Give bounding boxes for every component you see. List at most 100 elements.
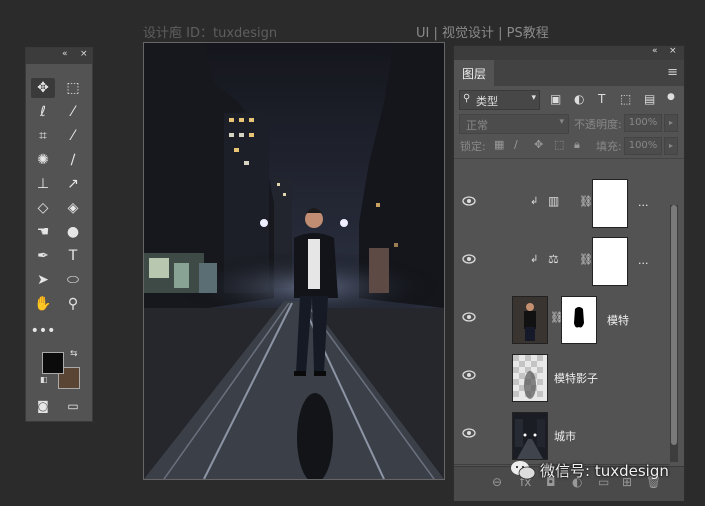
- link-icon[interactable]: ⛓︎: [579, 195, 593, 208]
- type-filter-icon[interactable]: T: [598, 92, 605, 106]
- eyedropper-icon[interactable]: ⁄: [61, 126, 85, 146]
- document-canvas[interactable]: [143, 42, 445, 480]
- eye-icon[interactable]: [462, 195, 476, 207]
- eye-icon[interactable]: [462, 253, 476, 265]
- lock-position-icon[interactable]: ✥: [534, 138, 543, 151]
- layer-row[interactable]: 城市: [454, 406, 670, 465]
- magic-wand-icon[interactable]: ⁄: [61, 102, 85, 122]
- pixel-filter-icon[interactable]: ▣: [550, 92, 561, 106]
- layer-filter-row: ⚲ 类型 ▾ ▣ ◐ T ⬚ ▤ ●: [454, 86, 684, 112]
- lock-all-icon[interactable]: 🔒︎: [574, 138, 580, 152]
- shape-filter-icon[interactable]: ⬚: [620, 92, 631, 106]
- path-select-icon[interactable]: ➤: [31, 270, 55, 290]
- layer-name[interactable]: 模特影子: [554, 370, 598, 386]
- eye-icon[interactable]: [462, 427, 476, 439]
- link-icon[interactable]: ⛓︎: [579, 253, 593, 266]
- layer-row[interactable]: 模特影子: [454, 348, 670, 407]
- opacity-input[interactable]: 100%: [624, 114, 662, 132]
- adjustment-filter-icon[interactable]: ◐: [574, 92, 584, 106]
- panel-menu-icon[interactable]: ≡: [667, 65, 678, 80]
- eraser-icon[interactable]: ◇: [31, 198, 55, 218]
- chevron-down-icon: ▾: [559, 117, 564, 127]
- layer-thumbnail[interactable]: [512, 354, 548, 402]
- opacity-label: 不透明度:: [574, 118, 622, 131]
- layers-panel: « × 图层 ≡ ⚲ 类型 ▾ ▣ ◐ T ⬚ ▤ ● 正常 ▾ 不透明度: 1…: [453, 45, 685, 501]
- lasso-icon[interactable]: ℓ: [31, 102, 55, 122]
- layer-thumbnail[interactable]: [512, 412, 548, 460]
- layers-scrollbar[interactable]: [670, 205, 678, 462]
- link-layers-icon[interactable]: ⊖: [492, 475, 502, 489]
- layer-name[interactable]: 模特: [607, 312, 629, 328]
- layers-list: ↲ ▥ ⛓︎ ... ↲ ⚖︎ ⛓︎ ... ⛓︎ 模特 模特影子 城市: [454, 174, 670, 466]
- smart-object-filter-icon[interactable]: ▤: [644, 92, 655, 106]
- smudge-icon[interactable]: ☚: [31, 222, 55, 242]
- screen-mode-icon[interactable]: ▭: [61, 396, 85, 416]
- layer-mask-thumbnail[interactable]: [592, 179, 628, 228]
- brush-icon[interactable]: ∕: [61, 150, 85, 170]
- filter-kind-label: 类型: [476, 95, 498, 108]
- blend-mode-label: 正常: [466, 119, 488, 132]
- zoom-icon[interactable]: ⚲: [61, 294, 85, 314]
- fill-input[interactable]: 100%: [624, 137, 662, 155]
- layer-mask-thumbnail[interactable]: [592, 237, 628, 286]
- lock-label: 锁定:: [460, 140, 486, 153]
- night-street-photo: [144, 43, 444, 479]
- collapse-icon[interactable]: «: [652, 46, 658, 56]
- clip-arrow-icon: ↲: [530, 196, 539, 207]
- dodge-icon[interactable]: ●: [61, 222, 85, 242]
- layer-thumbnail[interactable]: [512, 296, 548, 344]
- color-balance-icon: ⚖︎: [548, 252, 559, 266]
- history-brush-icon[interactable]: ↗: [61, 174, 85, 194]
- close-icon[interactable]: ×: [669, 46, 677, 56]
- layer-row[interactable]: ⛓︎ 模特: [454, 290, 670, 349]
- layer-row[interactable]: ↲ ⚖︎ ⛓︎ ...: [454, 232, 670, 291]
- eye-icon[interactable]: [462, 369, 476, 381]
- move-icon[interactable]: ✥: [31, 78, 55, 98]
- tab-layers[interactable]: 图层: [454, 60, 494, 86]
- type-icon[interactable]: T: [61, 246, 85, 266]
- shape-icon[interactable]: ⬭: [61, 270, 85, 290]
- collapse-icon[interactable]: «: [62, 49, 68, 59]
- clip-arrow-icon: ↲: [530, 254, 539, 265]
- layers-scrollbar-thumb[interactable]: [671, 205, 677, 445]
- layer-name: ...: [638, 196, 649, 209]
- layer-name: ...: [638, 254, 649, 267]
- opacity-dropdown-icon[interactable]: ▸: [664, 114, 678, 132]
- quick-mask-icon[interactable]: ◙: [31, 396, 55, 416]
- blend-mode-select[interactable]: 正常 ▾: [459, 114, 569, 134]
- foreground-color-swatch[interactable]: [42, 352, 64, 374]
- filter-kind-select[interactable]: ⚲ 类型 ▾: [459, 90, 540, 110]
- swap-colors-icon[interactable]: ⇆: [70, 349, 78, 359]
- wechat-watermark: 微信号: tuxdesign: [540, 462, 669, 480]
- more-icon[interactable]: •••: [31, 321, 56, 341]
- layer-mask-thumbnail[interactable]: [561, 296, 597, 344]
- layers-tabbar: 图层 ≡: [454, 60, 684, 86]
- crop-icon[interactable]: ⌗: [31, 126, 55, 146]
- filter-toggle-icon[interactable]: ●: [667, 92, 675, 102]
- pen-icon[interactable]: ✒: [31, 246, 55, 266]
- spot-heal-icon[interactable]: ✺: [31, 150, 55, 170]
- lock-transparent-icon[interactable]: ▦: [494, 138, 504, 151]
- watermark-right: UI | 视觉设计 | PS教程: [416, 26, 549, 41]
- eye-icon[interactable]: [462, 311, 476, 323]
- bucket-icon[interactable]: ◈: [61, 198, 85, 218]
- lock-artboard-icon[interactable]: ⬚: [554, 138, 564, 151]
- tools-panel: « × ✥ ⬚ ℓ ⁄ ⌗ ⁄ ✺ ∕ ⊥ ↗ ◇ ◈ ☚ ● ✒ T ➤ ⬭ …: [25, 47, 93, 422]
- fill-dropdown-icon[interactable]: ▸: [664, 137, 678, 155]
- fill-label: 填充:: [596, 140, 622, 153]
- close-icon[interactable]: ×: [80, 49, 88, 59]
- watermark-left: 设计庖 ID：tuxdesign: [143, 26, 278, 41]
- layers-panel-header: « ×: [454, 46, 684, 60]
- gradient-map-icon: ▥: [548, 194, 560, 208]
- layer-row[interactable]: ↲ ▥ ⛓︎ ...: [454, 174, 670, 233]
- lock-pixels-icon[interactable]: ∕: [514, 138, 518, 151]
- tools-panel-header: « ×: [26, 48, 92, 64]
- lock-row: 锁定: ▦ ∕ ✥ ⬚ 🔒︎ 填充: 100% ▸: [454, 134, 684, 159]
- default-colors-icon[interactable]: ◧: [40, 375, 48, 384]
- hand-icon[interactable]: ✋: [31, 294, 55, 314]
- wechat-icon: [511, 461, 536, 480]
- chevron-down-icon: ▾: [531, 93, 536, 103]
- layer-name[interactable]: 城市: [554, 428, 576, 444]
- stamp-icon[interactable]: ⊥: [31, 174, 55, 194]
- marquee-icon[interactable]: ⬚: [61, 78, 85, 98]
